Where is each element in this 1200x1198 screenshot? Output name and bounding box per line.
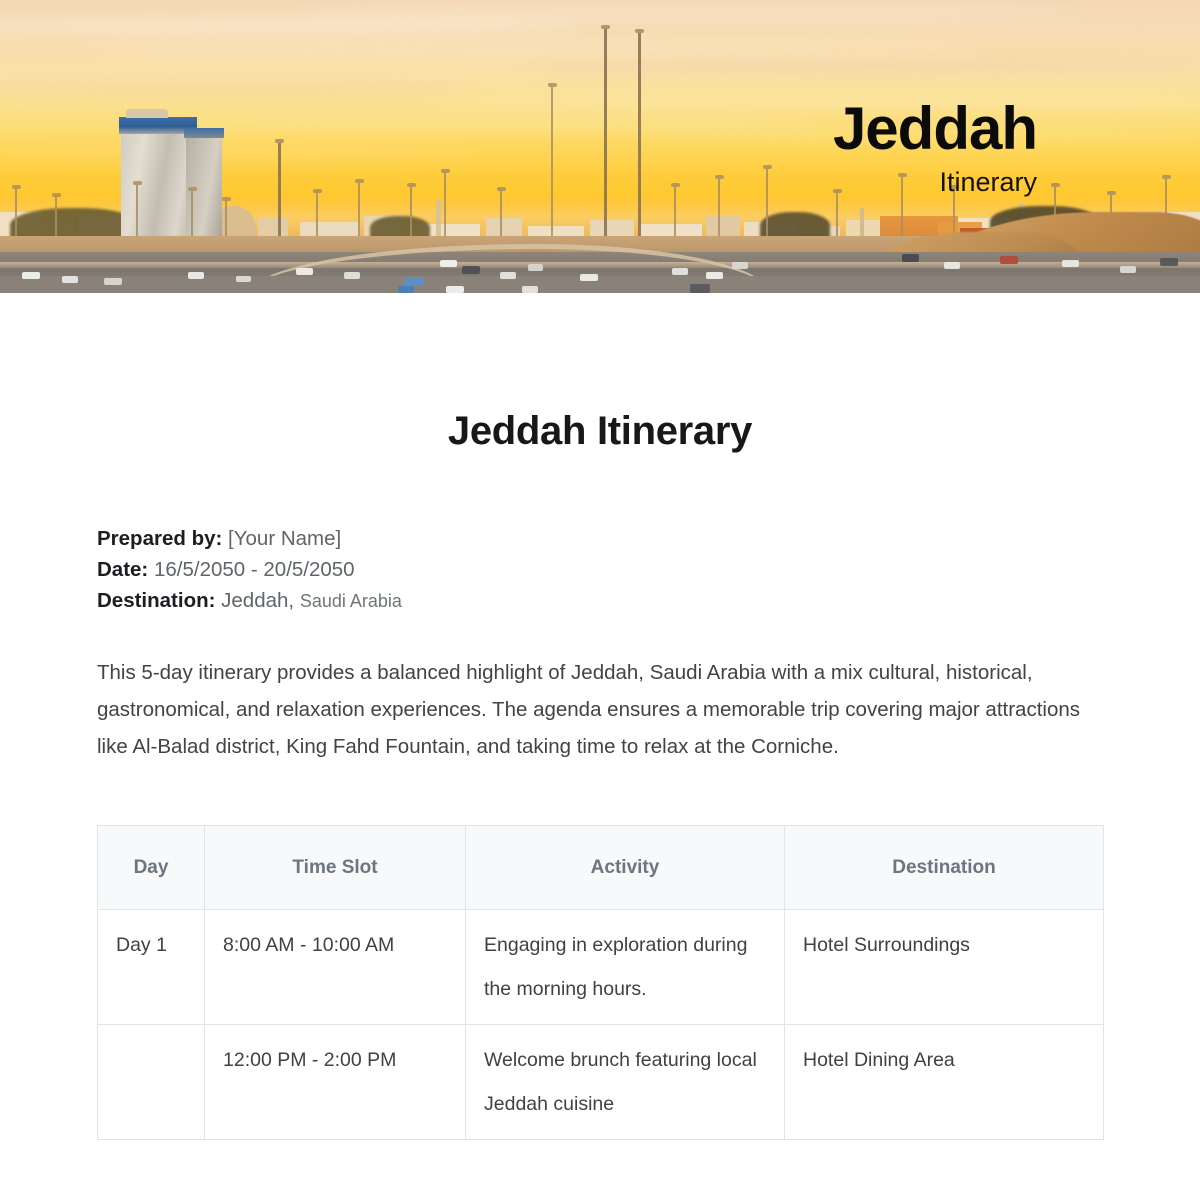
cell-activity[interactable]: Engaging in exploration during the morni… <box>465 909 785 1025</box>
table-body: Day 1 8:00 AM - 10:00 AM Engaging in exp… <box>97 909 1104 1140</box>
cell-destination[interactable]: Hotel Surroundings <box>784 909 1104 1025</box>
banner-subtitle: Itinerary <box>939 167 1037 197</box>
vehicle <box>580 274 598 281</box>
destination-label: Destination: <box>97 589 216 612</box>
meta-prepared-by: Prepared by: [Your Name] <box>97 523 1103 554</box>
intro-paragraph: This 5-day itinerary provides a balanced… <box>97 661 1081 758</box>
cloud-streak <box>0 150 480 159</box>
cloud-streak <box>520 60 1200 74</box>
cell-day[interactable]: Day 1 <box>97 909 205 1025</box>
date-value[interactable]: 16/5/2050 - 20/5/2050 <box>154 558 355 581</box>
highway-lower-lanes <box>0 276 1200 293</box>
vehicle <box>62 276 78 283</box>
table-head: Day Time Slot Activity Destination <box>97 825 1104 910</box>
date-label: Date: <box>97 558 149 581</box>
vehicle <box>672 268 688 275</box>
table-header-row: Day Time Slot Activity Destination <box>97 825 1104 910</box>
column-header-destination[interactable]: Destination <box>784 825 1104 910</box>
vehicle <box>1160 258 1178 266</box>
cell-time-slot[interactable]: 12:00 PM - 2:00 PM <box>204 1024 466 1140</box>
vehicle <box>296 268 313 275</box>
vehicle <box>500 272 516 279</box>
vehicle <box>706 272 723 279</box>
vehicle <box>1062 260 1079 267</box>
cloud-streak <box>300 6 1080 19</box>
cell-activity[interactable]: Welcome brunch featuring local Jeddah cu… <box>465 1024 785 1140</box>
page-title: Jeddah Itinerary <box>447 409 753 453</box>
banner-title: Jeddah <box>832 95 1038 162</box>
header-banner: Jeddah Itinerary <box>0 0 1200 293</box>
table-row: 12:00 PM - 2:00 PM Welcome brunch featur… <box>97 1024 1104 1140</box>
meta-destination: Destination: Jeddah, Saudi Arabia <box>97 585 1103 617</box>
vehicle <box>440 260 457 267</box>
meta-block: Prepared by: [Your Name] Date: 16/5/2050… <box>97 523 1103 617</box>
vehicle <box>462 266 480 274</box>
cell-day[interactable] <box>97 1024 205 1140</box>
itinerary-table: Day Time Slot Activity Destination Day 1… <box>97 825 1104 1140</box>
cloud-streak <box>80 44 980 55</box>
cloud-streak <box>120 118 820 130</box>
column-header-day[interactable]: Day <box>97 825 205 910</box>
vehicle <box>344 272 360 279</box>
vehicle <box>1120 266 1136 273</box>
vehicle <box>902 254 919 262</box>
document-body: Jeddah Itinerary Prepared by: [Your Name… <box>0 409 1200 1140</box>
cell-time-slot[interactable]: 8:00 AM - 10:00 AM <box>204 909 466 1025</box>
vehicle <box>446 286 464 293</box>
meta-date: Date: 16/5/2050 - 20/5/2050 <box>97 554 1103 585</box>
cloud-streak <box>420 96 1200 106</box>
prepared-by-label: Prepared by: <box>97 527 223 550</box>
prepared-by-value[interactable]: [Your Name] <box>228 527 341 550</box>
vehicle <box>404 278 424 286</box>
vehicle <box>236 276 251 282</box>
destination-city[interactable]: Jeddah, <box>221 589 294 612</box>
vehicle <box>22 272 40 279</box>
vehicle <box>104 278 122 285</box>
table-row: Day 1 8:00 AM - 10:00 AM Engaging in exp… <box>97 909 1104 1025</box>
vehicle <box>522 286 538 293</box>
vehicle <box>528 264 543 271</box>
column-header-activity[interactable]: Activity <box>465 825 785 910</box>
column-header-time-slot[interactable]: Time Slot <box>204 825 466 910</box>
tower-building <box>121 120 193 246</box>
destination-country[interactable]: Saudi Arabia <box>300 591 402 611</box>
cell-destination[interactable]: Hotel Dining Area <box>784 1024 1104 1140</box>
vehicle <box>1000 256 1018 264</box>
vehicle <box>690 284 710 293</box>
vehicle <box>944 262 960 269</box>
tower-roof-cap <box>126 109 168 118</box>
vehicle <box>188 272 204 279</box>
vehicle <box>732 262 748 269</box>
tower-annex-crown <box>184 128 224 138</box>
vehicle <box>398 286 414 293</box>
